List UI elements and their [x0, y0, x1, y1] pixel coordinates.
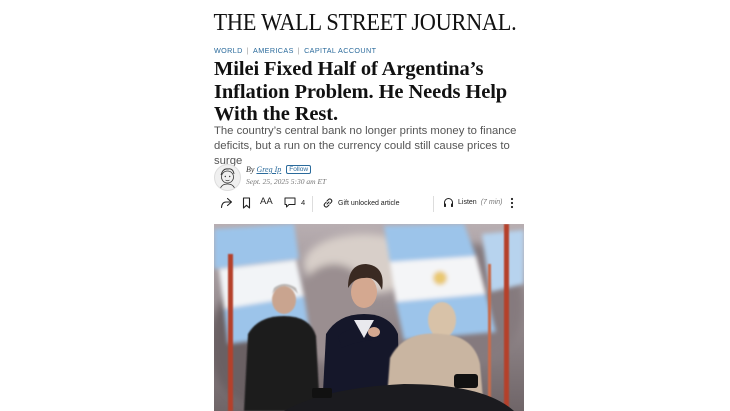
text-size-icon: AA	[260, 196, 273, 207]
gift-article-button[interactable]: Gift unlocked article	[322, 197, 399, 209]
article-headline: Milei Fixed Half of Argentina’s Inflatio…	[214, 58, 508, 125]
masthead-logo[interactable]: THE WALL STREET JOURNAL.	[26, 10, 705, 37]
breadcrumb-separator: |	[246, 46, 250, 55]
more-icon	[510, 197, 514, 209]
author-avatar[interactable]	[214, 164, 241, 191]
gift-article-label: Gift unlocked article	[338, 199, 400, 207]
more-options-button[interactable]	[510, 197, 514, 209]
listen-button[interactable]: Listen (7 min)	[443, 197, 502, 208]
breadcrumb-item-americas[interactable]: Americas	[253, 46, 294, 55]
breadcrumb-separator: |	[297, 46, 301, 55]
breadcrumb: World | Americas | Capital Account	[214, 46, 526, 55]
headphones-icon	[444, 198, 453, 207]
author-link[interactable]: Greg Ip	[256, 165, 281, 174]
breadcrumb-item-capital-account[interactable]: Capital Account	[304, 46, 376, 55]
article-hero-image[interactable]	[214, 224, 524, 411]
share-button[interactable]	[220, 197, 233, 209]
article-dek: The country’s central bank no longer pri…	[214, 125, 517, 167]
comment-count: 4	[301, 198, 306, 207]
byline: By Greg Ip Follow Sept. 25, 2025 5:30 am…	[214, 164, 526, 192]
save-article-button[interactable]	[242, 197, 251, 209]
breadcrumb-item-world[interactable]: World	[214, 46, 243, 55]
share-icon	[220, 197, 233, 209]
comment-icon	[284, 197, 296, 208]
byline-text: By Greg Ip Follow	[246, 165, 312, 174]
comments-button[interactable]: 4	[284, 197, 305, 208]
follow-button[interactable]: Follow	[286, 165, 312, 174]
toolbar-divider	[433, 196, 434, 212]
listen-duration: (7 min)	[480, 199, 503, 206]
bookmark-icon	[242, 197, 251, 209]
article-toolbar: AA 4 Gift unlocked article Listen (7 min…	[214, 195, 520, 213]
gift-link-icon	[323, 198, 333, 208]
listen-label: Listen	[458, 199, 477, 206]
text-size-button[interactable]: AA	[260, 196, 273, 207]
byline-prefix: By	[246, 165, 255, 174]
publish-date: Sept. 25, 2025 5:30 am ET	[246, 177, 327, 186]
toolbar-divider	[312, 196, 313, 212]
